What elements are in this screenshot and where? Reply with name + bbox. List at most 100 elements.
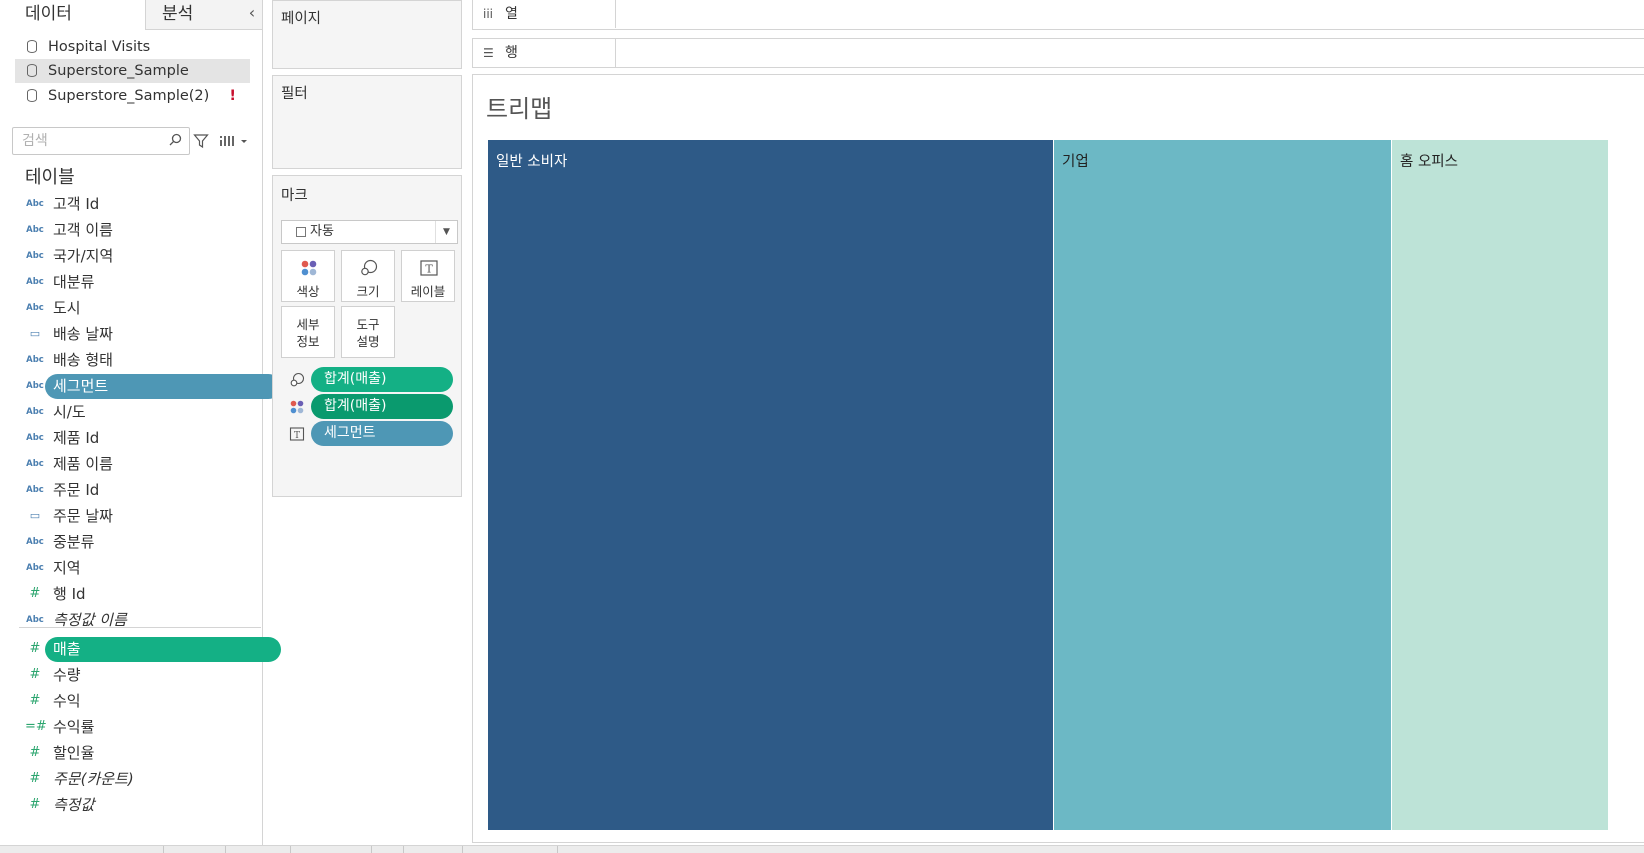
sum-sales-pill[interactable]: 합계(매출) [311, 367, 453, 392]
svg-text:T: T [294, 431, 300, 441]
string-type-icon: Abc [26, 355, 44, 365]
color-label: 색상 [296, 284, 320, 299]
field-item[interactable]: # 측정값 [19, 793, 261, 817]
field-item[interactable]: Abc 시/도 [19, 400, 261, 424]
data-pane: 데이터 분석 ‹ Hospital Visits Superstore_Samp… [0, 0, 281, 853]
field-item[interactable]: Abc 대분류 [19, 270, 261, 294]
sheet-tabs-strip [0, 845, 1644, 853]
field-item[interactable]: # 할인율 [19, 741, 261, 765]
sheet-tab-divider [557, 846, 558, 853]
treemap-cell-label: 홈 오피스 [1400, 154, 1458, 170]
field-label: 고객 Id [53, 195, 100, 213]
number-type-icon: # [29, 745, 41, 760]
field-item[interactable]: Abc 세그먼트 [19, 374, 281, 399]
field-item[interactable]: # 수량 [19, 663, 261, 687]
field-label: 시/도 [53, 403, 86, 421]
database-icon [27, 64, 37, 77]
field-label: 국가/지역 [53, 247, 114, 265]
color-button[interactable]: 색상 [281, 250, 335, 302]
number-type-icon: # [29, 586, 41, 601]
chevron-left-icon[interactable]: ‹ [244, 2, 260, 26]
datasource-item-selected[interactable]: Superstore_Sample [15, 59, 250, 83]
field-item[interactable]: Abc 제품 Id [19, 426, 261, 450]
string-type-icon: Abc [26, 563, 44, 573]
field-item[interactable]: Abc 국가/지역 [19, 244, 261, 268]
sheet-tab-divider [225, 846, 226, 853]
search-icon[interactable] [167, 132, 183, 148]
tableau-workspace: 데이터 분석 ‹ Hospital Visits Superstore_Samp… [0, 0, 1644, 853]
segment-pill[interactable]: 세그먼트 [311, 421, 453, 446]
field-label: 수익률 [53, 718, 95, 736]
tooltip-button[interactable]: 도구 설명 [341, 306, 395, 358]
rows-icon: ☰ [483, 46, 494, 60]
field-item[interactable]: Abc 측정값 이름 [19, 608, 261, 632]
search-input[interactable] [14, 129, 164, 153]
string-type-icon: Abc [26, 407, 44, 417]
mark-type-value: 자동 [310, 224, 334, 239]
tab-data[interactable]: 데이터 [0, 0, 145, 30]
calendar-icon: ▭ [29, 327, 41, 340]
measures-divider [19, 627, 261, 628]
field-label: 행 Id [53, 585, 86, 603]
pages-shelf[interactable]: 페이지 [272, 0, 462, 69]
field-item[interactable]: Abc 도시 [19, 296, 261, 320]
list-view-icon[interactable] [219, 133, 249, 149]
sum-sales-pill[interactable]: 합계(매출) [311, 394, 453, 419]
field-item[interactable]: Abc 주문 Id [19, 478, 261, 502]
field-item[interactable]: Abc 배송 형태 [19, 348, 261, 372]
detail-button[interactable]: 세부 정보 [281, 306, 335, 358]
database-icon [27, 89, 37, 102]
field-item[interactable]: Abc 제품 이름 [19, 452, 261, 476]
label-button[interactable]: T 레이블 [401, 250, 455, 302]
size-icon [290, 372, 305, 387]
text-label-icon: T [420, 260, 438, 276]
field-item[interactable]: # 주문(카운트) [19, 767, 261, 791]
field-label: 수량 [53, 666, 81, 684]
string-type-icon: Abc [26, 381, 44, 391]
field-item[interactable]: Abc 고객 이름 [19, 218, 261, 242]
string-type-icon: Abc [26, 251, 44, 261]
field-item[interactable]: Abc 지역 [19, 556, 261, 580]
filter-icon[interactable] [193, 133, 209, 149]
string-type-icon: Abc [26, 485, 44, 495]
rows-label: 행 [505, 45, 518, 61]
rows-shelf[interactable]: ☰ 행 [472, 38, 1644, 68]
datasource-item[interactable]: Superstore_Sample(2) ! [15, 84, 250, 108]
filters-shelf[interactable]: 필터 [272, 75, 462, 169]
datasource-item[interactable]: Hospital Visits [15, 35, 250, 59]
field-label: 도시 [53, 299, 81, 317]
treemap-cell[interactable]: 기업 [1054, 140, 1391, 830]
sheet-tab-divider [371, 846, 372, 853]
treemap-cell-label: 일반 소비자 [496, 154, 568, 170]
sheet-tab-divider [462, 846, 463, 853]
size-button[interactable]: 크기 [341, 250, 395, 302]
number-type-icon: # [29, 693, 41, 708]
field-item[interactable]: Abc 중분류 [19, 530, 261, 554]
field-item[interactable]: =# 수익률 [19, 715, 261, 739]
viz-view: 트리맵 일반 소비자 기업 홈 오피스 [472, 74, 1644, 843]
datasource-label: Hospital Visits [48, 39, 151, 55]
field-item[interactable]: Abc 고객 Id [19, 192, 261, 216]
string-type-icon: Abc [26, 225, 44, 235]
field-label: 중분류 [53, 533, 95, 551]
number-type-icon: # [29, 667, 41, 682]
number-type-icon: # [29, 641, 41, 656]
field-item[interactable]: # 매출 [19, 637, 281, 662]
columns-icon: iii [483, 7, 494, 21]
treemap-cell[interactable]: 일반 소비자 [488, 140, 1053, 830]
field-label: 세그먼트 [53, 377, 109, 395]
field-label: 주문(카운트) [53, 770, 134, 788]
columns-shelf[interactable]: iii 열 [472, 0, 1644, 30]
search-box [12, 127, 190, 155]
database-icon [27, 40, 37, 53]
field-label: 할인율 [53, 744, 95, 762]
field-item[interactable]: ▭ 배송 날짜 [19, 322, 261, 346]
field-label: 고객 이름 [53, 221, 113, 239]
columns-label: 열 [505, 6, 518, 22]
field-item[interactable]: ▭ 주문 날짜 [19, 504, 261, 528]
field-item[interactable]: # 행 Id [19, 582, 261, 606]
chevron-down-icon[interactable]: ▼ [435, 221, 457, 243]
treemap-cell[interactable]: 홈 오피스 [1392, 140, 1608, 830]
mark-type-dropdown[interactable]: 자동 ▼ [281, 220, 458, 244]
field-item[interactable]: # 수익 [19, 689, 261, 713]
